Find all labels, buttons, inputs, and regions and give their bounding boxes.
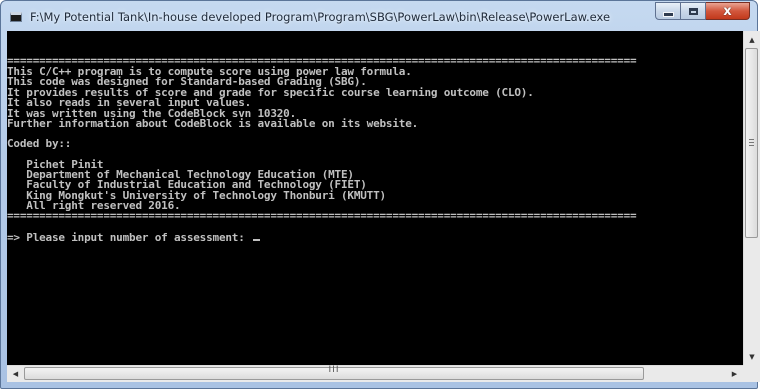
text-cursor xyxy=(253,239,261,241)
chevron-up-icon: ▲ xyxy=(749,35,755,44)
grip-icon xyxy=(749,142,754,143)
coded-by-label: Coded by:: xyxy=(7,137,72,150)
input-prompt-line[interactable]: => Please input number of assessment: xyxy=(7,231,261,244)
scroll-down-button[interactable]: ▼ xyxy=(744,348,760,365)
separator-line: ========================================… xyxy=(7,209,637,222)
vertical-scroll-thumb[interactable] xyxy=(745,48,758,238)
console-output[interactable]: ========================================… xyxy=(7,31,743,365)
scroll-right-button[interactable]: ▶ xyxy=(726,366,743,382)
intro-line: Further information about CodeBlock is a… xyxy=(7,117,419,130)
horizontal-scrollbar[interactable]: ◀ III ▶ xyxy=(7,365,743,382)
window-title: F:\My Potential Tank\In-house developed … xyxy=(30,10,611,24)
close-button[interactable]: x xyxy=(706,2,750,20)
chevron-left-icon: ◀ xyxy=(12,370,19,378)
chevron-right-icon: ▶ xyxy=(731,370,738,378)
scrollbar-corner xyxy=(743,365,760,382)
close-icon: x xyxy=(723,3,732,19)
grip-icon xyxy=(749,139,754,140)
scroll-up-button[interactable]: ▲ xyxy=(744,31,760,48)
input-prompt: => Please input number of assessment: xyxy=(7,231,252,244)
console-app-icon[interactable] xyxy=(10,12,22,22)
horizontal-scroll-thumb[interactable]: III xyxy=(24,365,644,380)
grip-icon: III xyxy=(328,365,340,375)
caption-buttons: x xyxy=(655,2,750,22)
title-bar[interactable]: F:\My Potential Tank\In-house developed … xyxy=(1,1,757,31)
minimize-icon xyxy=(662,11,674,17)
maximize-button[interactable] xyxy=(681,2,706,20)
chevron-down-icon: ▼ xyxy=(749,352,755,361)
maximize-icon xyxy=(688,7,698,15)
vertical-scrollbar[interactable]: ▲ ▼ xyxy=(743,31,760,365)
minimize-button[interactable] xyxy=(655,2,681,20)
scroll-left-button[interactable]: ◀ xyxy=(7,366,24,382)
grip-icon xyxy=(749,145,754,146)
